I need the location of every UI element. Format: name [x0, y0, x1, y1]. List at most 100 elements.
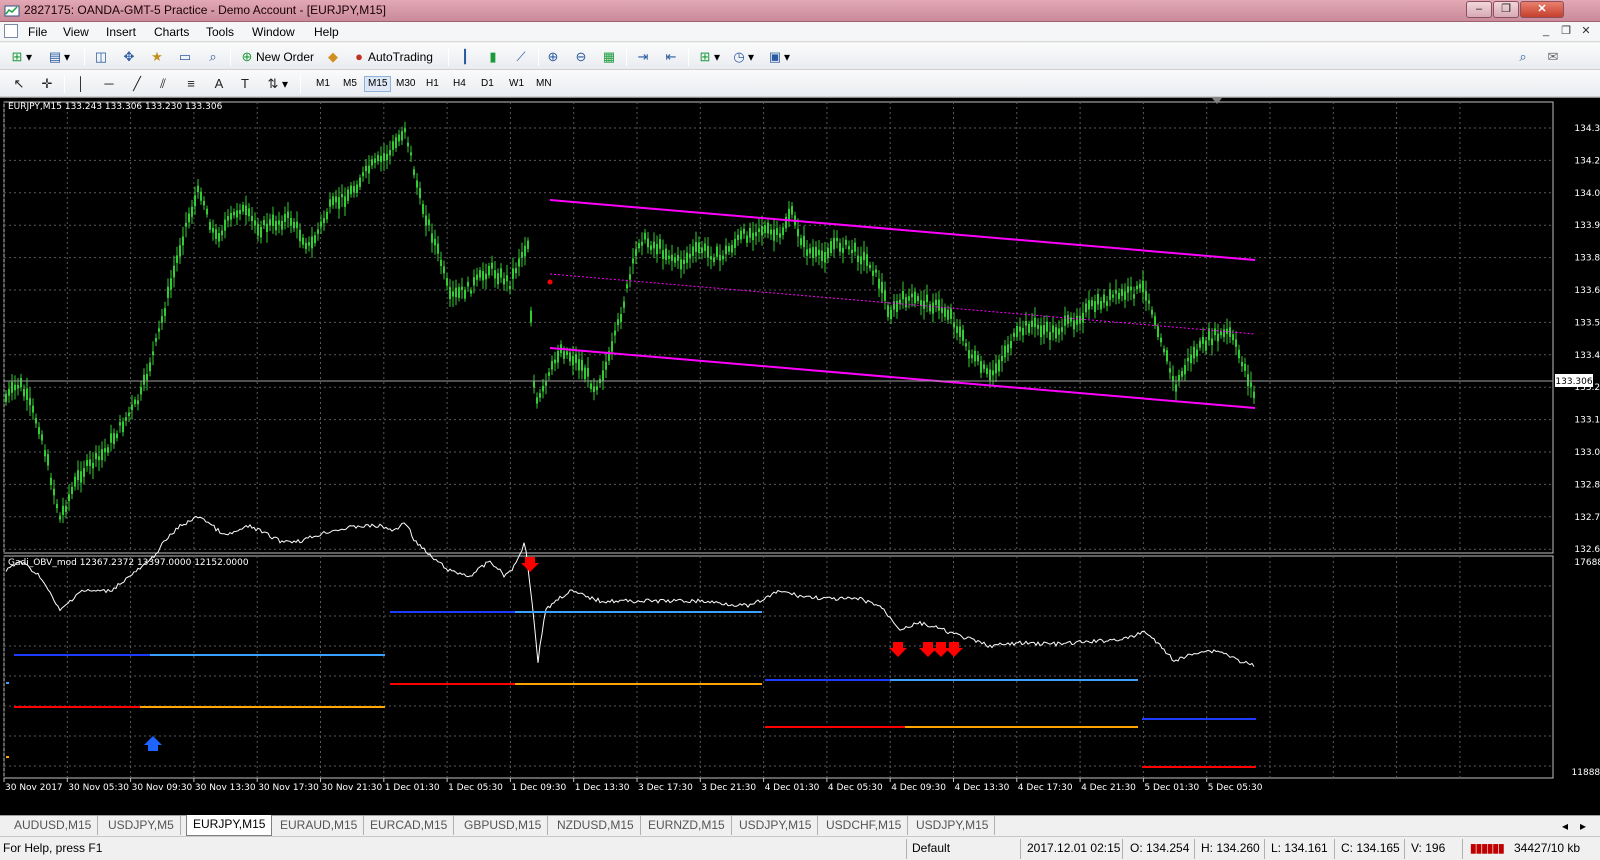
candle-body [947, 309, 949, 320]
timeframe-h4[interactable]: H4 [450, 76, 469, 92]
timeframe-h1[interactable]: H1 [423, 76, 442, 92]
equidistant-channel-button[interactable]: ⫽ [154, 74, 172, 94]
profiles-button[interactable]: ▤ ▾ [46, 47, 70, 67]
market-watch-button[interactable]: ◫ [92, 47, 110, 67]
tab-eurnzd-m15[interactable]: EURNZD,M15 [642, 816, 732, 835]
timeframe-m30[interactable]: M30 [393, 76, 418, 92]
indicators-button[interactable]: ⊞ ▾ [696, 47, 720, 67]
chat-button[interactable]: ✉ [1544, 47, 1562, 67]
candle-body [950, 308, 952, 319]
candle-body [221, 230, 223, 236]
fibonacci-button[interactable]: ≡ [182, 74, 200, 94]
trendline-button[interactable]: ╱ [128, 74, 146, 94]
tab-euraud-m15[interactable]: EURAUD,M15 [274, 816, 365, 835]
menu-window[interactable]: Window [252, 25, 295, 39]
metaeditor-button[interactable]: ◆ [324, 47, 342, 67]
candle-body [881, 282, 883, 293]
timeframe-w1[interactable]: W1 [506, 76, 527, 92]
autoscroll-button[interactable]: ⇥ [634, 47, 652, 67]
terminal-button[interactable]: ▭ [176, 47, 194, 67]
navigator-button[interactable]: ★ [148, 47, 166, 67]
candle-body [545, 381, 547, 386]
candle-body [20, 378, 22, 388]
arrows-button[interactable]: ⇅ ▾ [264, 74, 288, 94]
document-icon[interactable] [4, 24, 18, 38]
tab-scroll-left-button[interactable]: ◂ [1562, 816, 1568, 836]
tab-scroll-right-button[interactable]: ▸ [1580, 816, 1586, 836]
candlestick-chart-button[interactable]: ▮ [484, 47, 502, 67]
menu-tools[interactable]: Tools [206, 25, 234, 39]
timeframe-mn[interactable]: MN [533, 76, 555, 92]
timeframe-d1[interactable]: D1 [478, 76, 497, 92]
crosshair-button[interactable]: ✛ [38, 74, 56, 94]
candle-body [1124, 291, 1126, 300]
data-window-button[interactable]: ✥ [120, 47, 138, 67]
text-label-button[interactable]: T [236, 74, 254, 94]
tile-windows-button[interactable]: ▦ [600, 47, 618, 67]
bar-chart-button[interactable]: ┃ [456, 47, 474, 67]
price-axis-label: 132.610 [1574, 545, 1600, 555]
tab-eurcad-m15[interactable]: EURCAD,M15 [364, 816, 455, 835]
zoom-out-button[interactable]: ⊖ [572, 47, 590, 67]
candle-body [374, 158, 376, 163]
templates-button[interactable]: ▣ ▾ [766, 47, 790, 67]
candle-body [92, 462, 94, 469]
line-chart-button[interactable]: ⟋ [512, 47, 530, 67]
chart-window[interactable]: 134.350 134.215 134.080 133.950 133.815 133.6… [0, 97, 1600, 815]
candle-body [1214, 328, 1216, 336]
periods-button[interactable]: ◷ ▾ [730, 47, 754, 67]
candle-body [779, 233, 781, 238]
timeframe-m5[interactable]: M5 [340, 76, 360, 92]
menu-file[interactable]: File [28, 25, 47, 39]
strategy-tester-button[interactable]: ⌕ [204, 47, 222, 67]
restore-button[interactable]: ❐ [1493, 1, 1519, 18]
candle-body [212, 227, 214, 233]
cursor-button[interactable]: ↖ [10, 74, 28, 94]
menu-charts[interactable]: Charts [154, 25, 189, 39]
timeframe-m15[interactable]: M15 [364, 76, 392, 92]
mdi-minimize-button[interactable]: _ [1538, 25, 1554, 39]
new-order-button[interactable]: ⊕ New Order [238, 47, 314, 67]
candle-body [140, 387, 142, 395]
zoom-in-button[interactable]: ⊕ [544, 47, 562, 67]
minimize-button[interactable]: – [1466, 1, 1492, 18]
menu-view[interactable]: View [63, 25, 89, 39]
candle-body [191, 206, 193, 217]
new-chart-button[interactable]: ⊞ ▾ [8, 47, 32, 67]
price-chart-canvas[interactable]: 134.350 134.215 134.080 133.950 133.815 133.6… [0, 98, 1600, 816]
menu-help[interactable]: Help [314, 25, 339, 39]
candle-body [407, 142, 409, 147]
candle-body [869, 264, 871, 269]
autotrading-button[interactable]: ● AutoTrading [350, 47, 433, 67]
time-axis-label: 30 Nov 13:30 [195, 783, 256, 793]
close-button[interactable]: ✕ [1520, 1, 1564, 18]
candle-body [98, 456, 100, 461]
crosshair-icon: ✛ [41, 76, 53, 91]
candle-body [347, 189, 349, 201]
candle-body [329, 199, 331, 207]
timeframe-m1[interactable]: M1 [313, 76, 333, 92]
candle-body [746, 235, 748, 243]
search-button[interactable]: ⌕ [1514, 47, 1532, 67]
tab-gbpusd-m15[interactable]: GBPUSD,M15 [458, 816, 549, 835]
mdi-restore-button[interactable]: ❐ [1558, 25, 1574, 39]
bar-chart-icon: ┃ [461, 49, 469, 64]
tab-eurjpy-m15[interactable]: EURJPY,M15 [186, 815, 273, 836]
tab-usdjpy-m15[interactable]: USDJPY,M15 [733, 816, 819, 835]
tab-usdjpy-m5[interactable]: USDJPY,M5 [102, 816, 181, 835]
candle-body [32, 405, 34, 413]
candle-body [134, 399, 136, 405]
tab-audusd-m15[interactable]: AUDUSD,M15 [8, 816, 99, 835]
menu-insert[interactable]: Insert [106, 25, 136, 39]
text-button[interactable]: A [210, 74, 228, 94]
candle-body [623, 301, 625, 308]
vertical-line-button[interactable]: │ [72, 74, 90, 94]
candle-body [281, 221, 283, 230]
horizontal-line-button[interactable]: ─ [100, 74, 118, 94]
tab-usdjpy-m15-2[interactable]: USDJPY,M15 [910, 816, 996, 835]
tab-nzdusd-m15[interactable]: NZDUSD,M15 [551, 816, 641, 835]
tab-usdchf-m15[interactable]: USDCHF,M15 [820, 816, 909, 835]
mdi-close-button[interactable]: ✕ [1578, 25, 1594, 39]
time-axis-label: 4 Dec 13:30 [955, 783, 1010, 793]
chart-shift-button[interactable]: ⇤ [662, 47, 680, 67]
